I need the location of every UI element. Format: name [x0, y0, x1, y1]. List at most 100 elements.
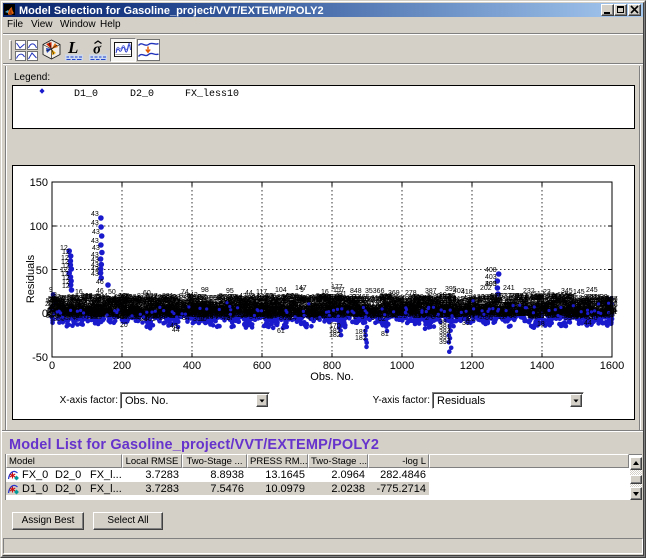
svg-text:12: 12 [62, 283, 70, 290]
svg-text:117: 117 [256, 289, 267, 296]
svg-text:104: 104 [275, 287, 287, 294]
svg-text:43: 43 [91, 271, 99, 278]
svg-text:100: 100 [30, 221, 48, 233]
svg-text:1600: 1600 [600, 360, 624, 372]
svg-text:278: 278 [405, 290, 417, 297]
svg-text:403: 403 [485, 281, 497, 288]
svg-text:150: 150 [30, 177, 48, 189]
svg-text:874: 874 [202, 313, 214, 320]
svg-text:0: 0 [42, 308, 48, 320]
svg-text:898: 898 [203, 303, 215, 310]
svg-text:94: 94 [335, 297, 343, 304]
svg-text:35366: 35366 [365, 288, 385, 295]
svg-text:418: 418 [461, 289, 473, 296]
svg-text:207: 207 [485, 301, 497, 308]
svg-text:1400: 1400 [530, 360, 554, 372]
svg-text:439: 439 [529, 311, 541, 318]
svg-text:372: 372 [308, 315, 320, 322]
svg-text:D1_0: D1_0 [74, 89, 98, 100]
svg-text:81: 81 [461, 303, 469, 310]
svg-text:60: 60 [143, 290, 151, 297]
svg-text:9: 9 [300, 287, 304, 294]
svg-text:390: 390 [234, 301, 246, 308]
svg-text:42: 42 [190, 292, 198, 299]
svg-text:Residuals: Residuals [25, 254, 37, 303]
svg-text:81: 81 [381, 331, 389, 338]
svg-text:42: 42 [564, 301, 572, 308]
svg-text:35: 35 [550, 300, 558, 307]
svg-text:46: 46 [96, 288, 104, 295]
svg-text:23: 23 [543, 289, 551, 296]
svg-text:16: 16 [321, 289, 329, 296]
svg-text:18: 18 [537, 321, 545, 328]
svg-text:44: 44 [584, 320, 592, 327]
svg-text:50: 50 [108, 289, 116, 296]
svg-text:674: 674 [384, 301, 396, 308]
svg-text:7: 7 [229, 294, 233, 301]
svg-text:157: 157 [333, 287, 345, 294]
svg-text:690: 690 [112, 314, 124, 321]
svg-text:1200: 1200 [460, 360, 484, 372]
svg-text:43: 43 [92, 229, 100, 236]
svg-text:78: 78 [223, 315, 231, 322]
svg-text:FX_less10: FX_less10 [185, 88, 239, 100]
svg-text:5: 5 [85, 296, 89, 303]
svg-text:L: L [67, 40, 78, 57]
svg-text:46: 46 [96, 279, 104, 286]
svg-text:-50: -50 [32, 352, 48, 364]
svg-text:48: 48 [170, 323, 178, 330]
svg-text:3: 3 [279, 307, 283, 314]
svg-text:232: 232 [523, 288, 535, 295]
svg-text:45: 45 [76, 303, 84, 310]
svg-text:969: 969 [130, 296, 142, 303]
svg-text:731: 731 [385, 312, 397, 319]
svg-text:387: 387 [425, 288, 437, 295]
svg-text:8: 8 [53, 292, 57, 299]
svg-text:400: 400 [183, 360, 201, 372]
svg-text:926: 926 [582, 298, 594, 305]
svg-text:394: 394 [439, 339, 451, 346]
svg-text:182: 182 [329, 332, 341, 339]
svg-text:19: 19 [315, 297, 323, 304]
svg-text:43: 43 [91, 238, 99, 245]
svg-text:Obs. No.: Obs. No. [310, 371, 353, 383]
svg-text:61: 61 [277, 328, 285, 335]
svg-text:200: 200 [113, 360, 131, 372]
svg-text:52: 52 [306, 306, 314, 313]
svg-text:960: 960 [245, 302, 257, 309]
svg-text:345: 345 [561, 288, 573, 295]
svg-text:1000: 1000 [390, 360, 414, 372]
svg-text:37: 37 [143, 298, 151, 305]
svg-text:43: 43 [91, 211, 99, 218]
svg-text:10: 10 [439, 292, 447, 299]
svg-text:39: 39 [462, 320, 470, 327]
svg-text:D2_0: D2_0 [130, 89, 154, 100]
svg-text:182: 182 [355, 335, 367, 342]
svg-text:44: 44 [245, 290, 253, 297]
svg-text:40: 40 [69, 300, 77, 307]
svg-text:74: 74 [181, 289, 189, 296]
svg-text:1: 1 [354, 297, 358, 304]
svg-text:403: 403 [485, 274, 497, 281]
svg-text:95: 95 [226, 288, 234, 295]
svg-text:848: 848 [350, 288, 362, 295]
svg-text:678: 678 [85, 307, 97, 314]
svg-text:375: 375 [265, 302, 277, 309]
svg-text:56: 56 [485, 315, 493, 322]
svg-text:245: 245 [586, 287, 598, 294]
svg-text:50: 50 [36, 265, 48, 277]
svg-text:43: 43 [92, 245, 100, 252]
svg-text:9: 9 [456, 306, 460, 313]
svg-text:98: 98 [201, 287, 209, 294]
svg-text:241: 241 [503, 285, 515, 292]
svg-text:600: 600 [253, 360, 271, 372]
svg-text:408: 408 [485, 267, 497, 274]
svg-text:99: 99 [405, 296, 413, 303]
svg-text:369: 369 [388, 290, 400, 297]
svg-text:43: 43 [91, 220, 99, 227]
svg-text:128: 128 [261, 311, 273, 318]
svg-text:85: 85 [287, 301, 295, 308]
svg-text:618: 618 [567, 310, 579, 317]
svg-text:983: 983 [104, 299, 116, 306]
svg-text:20: 20 [120, 322, 128, 329]
